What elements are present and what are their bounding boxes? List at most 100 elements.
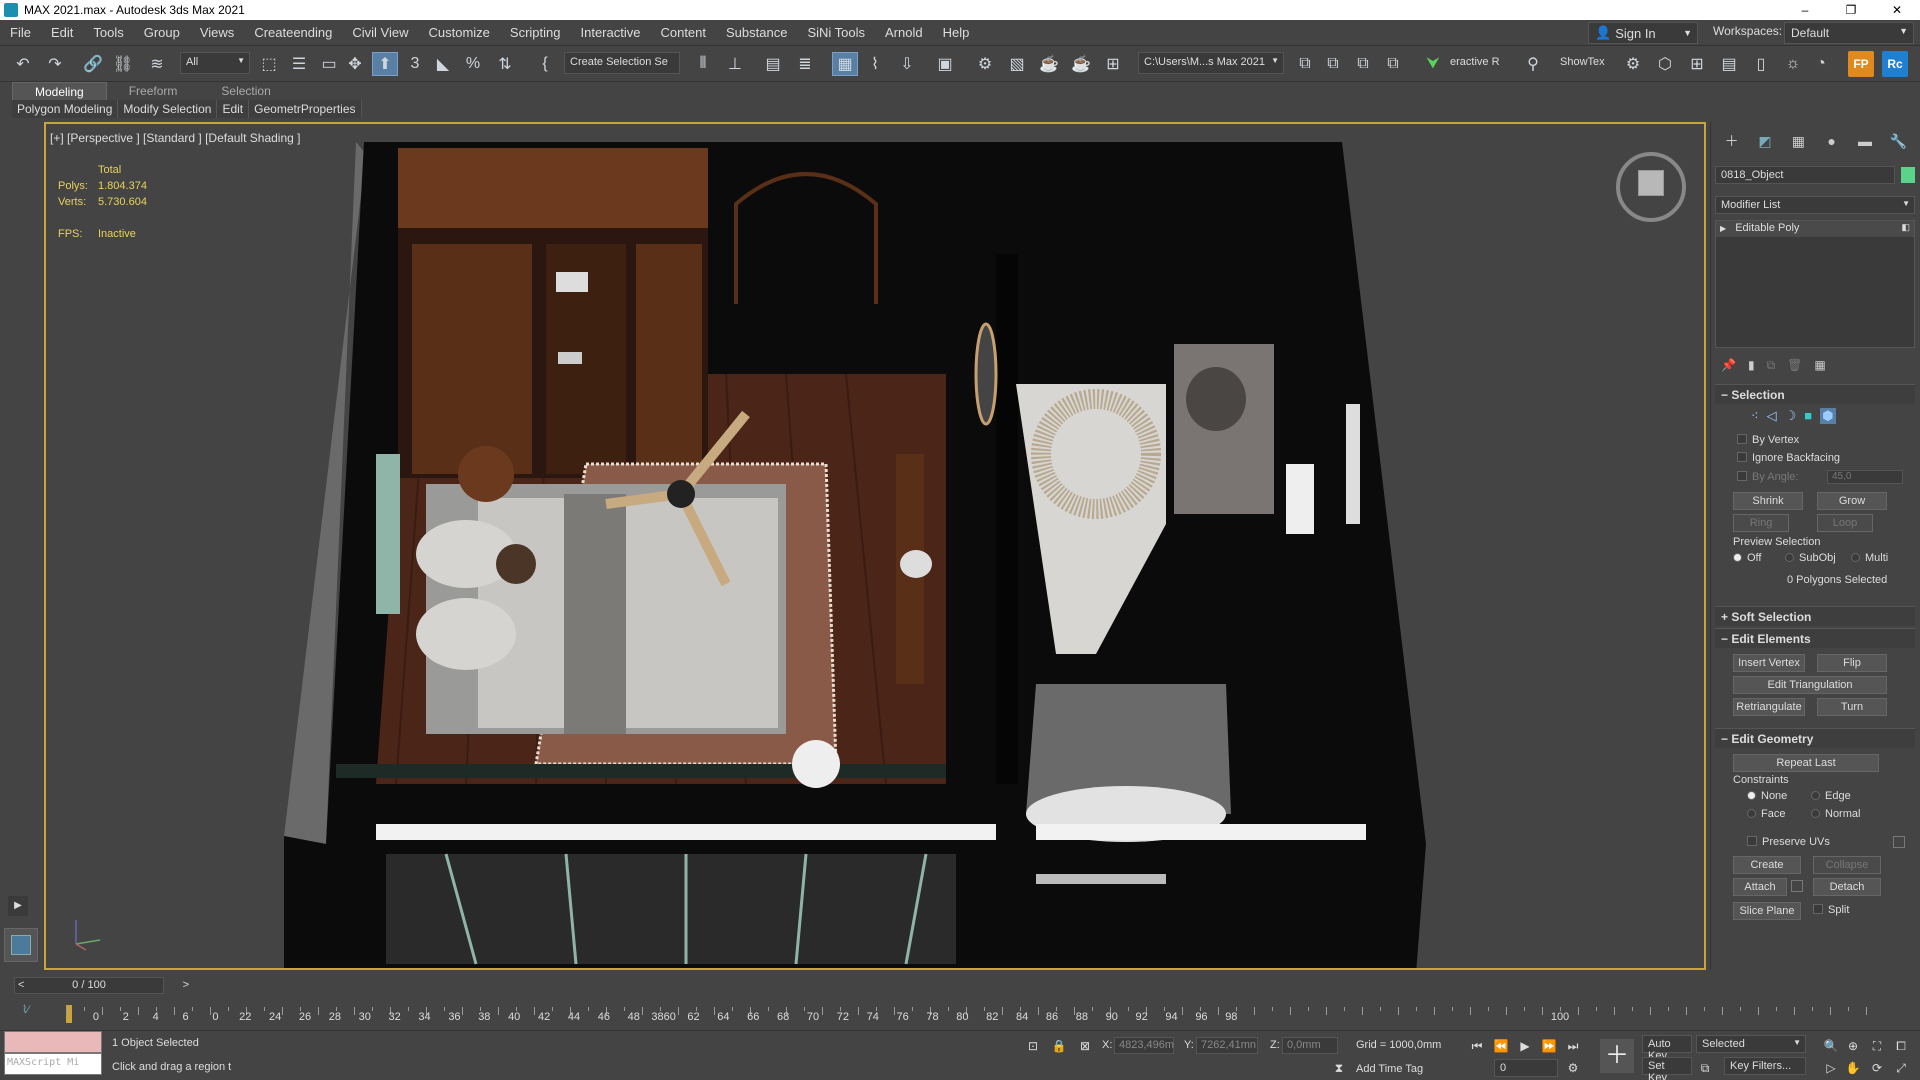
- align-icon[interactable]: ⊥: [722, 52, 748, 76]
- selection-rollout-header[interactable]: − Selection: [1715, 384, 1915, 404]
- bottle-icon[interactable]: ⚲: [1520, 52, 1546, 76]
- move-icon[interactable]: ✥: [342, 52, 368, 76]
- by-angle-checkbox[interactable]: By Angle:: [1737, 471, 1798, 483]
- zoom-icon[interactable]: 🔍: [1822, 1037, 1840, 1055]
- mirror-icon[interactable]: ⫴: [690, 52, 716, 76]
- preview-multi-radio[interactable]: Multi: [1851, 552, 1888, 564]
- time-tag-icon[interactable]: ⧗: [1330, 1059, 1348, 1077]
- shrink-button[interactable]: Shrink: [1733, 492, 1803, 510]
- previous-frame-icon[interactable]: ⏪: [1492, 1037, 1510, 1055]
- modifier-list-dropdown[interactable]: Modifier List ▼: [1715, 196, 1915, 214]
- tab-freeform[interactable]: Freeform: [107, 82, 200, 102]
- visibility-icon[interactable]: ◧: [1901, 222, 1910, 233]
- by-vertex-checkbox[interactable]: By Vertex: [1737, 434, 1799, 446]
- menu-substance[interactable]: Substance: [716, 20, 797, 46]
- set-key-button[interactable]: Set Key: [1642, 1057, 1692, 1080]
- percent-snap-icon[interactable]: %: [460, 52, 486, 76]
- lock-selection-icon[interactable]: 🔒: [1050, 1037, 1068, 1055]
- toggle-ribbon-icon[interactable]: ≣: [792, 52, 818, 76]
- motion-tab-icon[interactable]: ●: [1815, 128, 1848, 154]
- rendered-frame-window-icon[interactable]: ▧: [1004, 52, 1030, 76]
- rc-button[interactable]: Rc: [1882, 51, 1908, 77]
- rectangular-selection-icon[interactable]: ▭: [316, 52, 342, 76]
- subtab-polygon-modeling[interactable]: Polygon Modeling: [12, 100, 119, 118]
- utilities-tab-icon[interactable]: 🔧: [1882, 128, 1915, 154]
- menu-content[interactable]: Content: [650, 20, 716, 46]
- preserve-uvs-checkbox[interactable]: Preserve UVs: [1747, 836, 1830, 848]
- tool-k-icon[interactable]: ◔: [1808, 52, 1834, 76]
- expand-layout-icon[interactable]: ▶: [8, 896, 28, 916]
- interactive-render-icon[interactable]: ⮟: [1420, 52, 1446, 76]
- scene-explorer-icon[interactable]: ▦: [832, 52, 858, 76]
- angle-spinner[interactable]: 45,0: [1827, 470, 1903, 484]
- workspace-select[interactable]: Default ▼: [1784, 22, 1914, 44]
- constraint-edge-radio[interactable]: Edge: [1811, 790, 1851, 802]
- menu-file[interactable]: File: [0, 20, 41, 46]
- menu-create[interactable]: Createending: [244, 20, 342, 46]
- maximize-viewport-icon[interactable]: ⤢: [1892, 1059, 1910, 1077]
- collapse-button[interactable]: Collapse: [1813, 856, 1881, 874]
- next-frame-arrow[interactable]: >: [183, 978, 189, 993]
- show-end-result-icon[interactable]: ▮: [1748, 358, 1755, 376]
- edit-geometry-rollout-header[interactable]: − Edit Geometry: [1715, 728, 1915, 748]
- schematic-view-icon[interactable]: ⇩: [894, 52, 920, 76]
- menu-tools[interactable]: Tools: [83, 20, 133, 46]
- soft-selection-rollout-header[interactable]: + Soft Selection: [1715, 606, 1915, 626]
- tool-c-icon[interactable]: ⧉: [1350, 52, 1376, 76]
- viewport-label[interactable]: [+] [Perspective ] [Standard ] [Default …: [50, 131, 300, 145]
- border-mode-icon[interactable]: ☽: [1785, 408, 1797, 424]
- attach-button[interactable]: Attach: [1733, 878, 1787, 896]
- key-filters-button[interactable]: Key Filters...: [1724, 1057, 1806, 1075]
- scale-icon[interactable]: ◣: [430, 52, 456, 76]
- constraint-normal-radio[interactable]: Normal: [1811, 808, 1860, 820]
- subtab-geometry-properties[interactable]: GeometrProperties: [249, 100, 362, 118]
- menu-group[interactable]: Group: [134, 20, 190, 46]
- display-tab-icon[interactable]: ▬: [1848, 128, 1881, 154]
- zoom-all-icon[interactable]: ⊕: [1844, 1037, 1862, 1055]
- tool-g-icon[interactable]: ⊞: [1684, 52, 1710, 76]
- z-coordinate-field[interactable]: 0,0mm: [1282, 1037, 1338, 1054]
- edge-mode-icon[interactable]: ◁: [1767, 408, 1777, 424]
- detach-button[interactable]: Detach: [1813, 878, 1881, 896]
- undo-icon[interactable]: ↶: [10, 52, 36, 76]
- angle-snap-icon[interactable]: 3: [402, 52, 428, 76]
- slice-plane-button[interactable]: Slice Plane: [1733, 902, 1801, 920]
- curve-editor-mini-icon[interactable]: ⌇⁄: [22, 1003, 29, 1016]
- preview-off-radio[interactable]: Off: [1733, 552, 1761, 564]
- vertex-mode-icon[interactable]: ⁖: [1751, 408, 1759, 424]
- link-icon[interactable]: 🔗: [80, 52, 106, 76]
- tab-selection[interactable]: Selection: [199, 82, 292, 102]
- set-keys-icon[interactable]: ＋: [1600, 1039, 1634, 1073]
- subtab-modify-selection[interactable]: Modify Selection: [118, 100, 218, 118]
- modify-tab-icon[interactable]: ◩: [1748, 128, 1781, 154]
- play-icon[interactable]: ▶: [1516, 1037, 1534, 1055]
- expand-icon[interactable]: ▶: [1720, 224, 1726, 233]
- project-path-select[interactable]: C:\Users\M...s Max 2021 ▼: [1138, 52, 1284, 74]
- perspective-viewport[interactable]: [+] [Perspective ] [Standard ] [Default …: [44, 122, 1706, 970]
- preserve-uvs-settings-icon[interactable]: [1893, 836, 1905, 848]
- selection-filter-select[interactable]: All ▼: [180, 52, 250, 74]
- subtab-edit[interactable]: Edit: [217, 100, 250, 118]
- maximize-button[interactable]: ❐: [1828, 0, 1874, 20]
- render-production-icon[interactable]: ☕: [1036, 52, 1062, 76]
- render-frame-icon[interactable]: ⊞: [1100, 52, 1126, 76]
- preview-subobj-radio[interactable]: SubObj: [1785, 552, 1836, 564]
- tool-j-icon[interactable]: ☼: [1780, 52, 1806, 76]
- tool-i-icon[interactable]: ▯: [1748, 52, 1774, 76]
- render-setup-icon[interactable]: ⚙: [972, 52, 998, 76]
- hierarchy-tab-icon[interactable]: ▦: [1782, 128, 1815, 154]
- named-selection-icon[interactable]: {: [532, 52, 558, 76]
- viewport-layout-tab[interactable]: [4, 928, 38, 962]
- prev-frame-arrow[interactable]: <: [18, 978, 24, 993]
- menu-scripting[interactable]: Scripting: [500, 20, 571, 46]
- auto-key-button[interactable]: Auto Key: [1642, 1035, 1692, 1062]
- edit-elements-rollout-header[interactable]: − Edit Elements: [1715, 628, 1915, 648]
- unlink-icon[interactable]: ⛓: [110, 52, 136, 76]
- zoom-extents-all-icon[interactable]: ⧠: [1892, 1037, 1910, 1055]
- sign-in-dropdown[interactable]: 👤 Sign In ▼: [1588, 22, 1698, 44]
- maxscript-listener[interactable]: MAXScript Mi: [4, 1031, 102, 1077]
- current-frame-field[interactable]: 0: [1494, 1059, 1558, 1077]
- tool-f-icon[interactable]: ⬡: [1652, 52, 1678, 76]
- key-mode-select[interactable]: Selected ▼: [1696, 1035, 1806, 1053]
- ignore-backfacing-checkbox[interactable]: Ignore Backfacing: [1737, 452, 1840, 464]
